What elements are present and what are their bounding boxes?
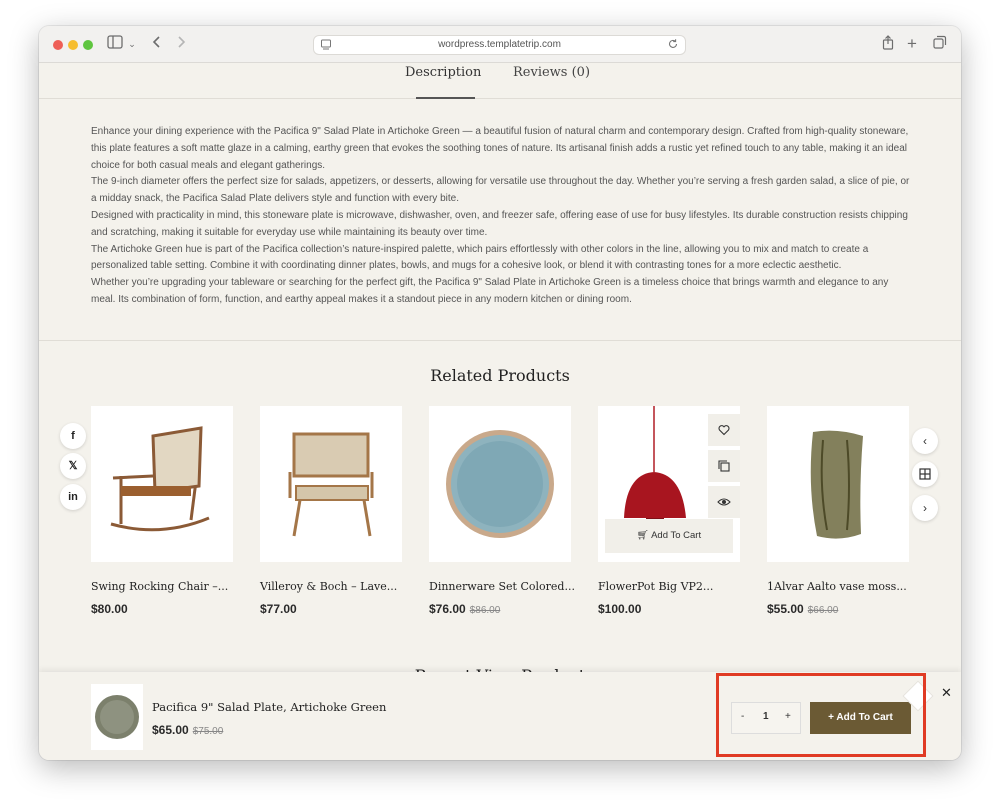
product-image[interactable] (260, 406, 402, 562)
highlight-box (716, 673, 926, 757)
description-paragraph: Enhance your dining experience with the … (91, 126, 909, 171)
product-name[interactable]: Swing Rocking Chair –... (91, 580, 233, 593)
grid-icon (919, 468, 931, 480)
page-settings-icon[interactable] (320, 38, 332, 57)
product-name[interactable]: Villeroy & Boch – Lave... (260, 580, 402, 593)
product-price: $77.00 (260, 602, 297, 616)
description-paragraph: Whether you’re upgrading your tableware … (91, 277, 889, 305)
hover-add-to-cart-button[interactable]: 🛒︎ Add To Cart (605, 519, 733, 553)
sticky-product-image (91, 684, 143, 750)
product-price: $80.00 (91, 602, 128, 616)
grid-view-button[interactable] (912, 461, 938, 487)
address-bar[interactable]: wordpress.templatetrip.com (313, 35, 686, 55)
product-card[interactable]: 1Alvar Aalto vase moss... $55.00 $66.00 (767, 406, 909, 616)
back-arrow-icon[interactable] (149, 35, 163, 53)
product-name[interactable]: FlowerPot Big VP2... (598, 580, 740, 593)
product-image[interactable] (429, 406, 571, 562)
forward-arrow-icon[interactable] (175, 35, 189, 53)
sticky-old-price: $75.00 (192, 726, 224, 737)
x-icon: 𝕏 (68, 460, 78, 472)
eye-icon (717, 498, 731, 506)
compare-button[interactable] (708, 450, 740, 482)
browser-window: ⌄ wordpress.templatetrip.com + Descripti… (39, 26, 961, 760)
carousel-next-button[interactable]: › (912, 495, 938, 521)
minimize-window-button[interactable] (68, 40, 78, 50)
browser-toolbar: ⌄ wordpress.templatetrip.com + (39, 26, 961, 63)
x-share-button[interactable]: 𝕏 (60, 453, 86, 479)
heart-icon (718, 425, 730, 436)
sticky-product-price: $65.00 $75.00 (152, 723, 224, 737)
description-paragraph: Designed with practicality in mind, this… (91, 209, 908, 238)
product-image[interactable]: 🛒︎ Add To Cart (598, 406, 740, 562)
old-price: $86.00 (469, 605, 501, 616)
maximize-window-button[interactable] (83, 40, 93, 50)
cart-icon: 🛒︎ (636, 530, 649, 541)
carousel-prev-button[interactable]: ‹ (912, 428, 938, 454)
product-price: $55.00 $66.00 (767, 602, 839, 616)
facebook-icon: f (71, 430, 75, 442)
facebook-share-button[interactable]: f (60, 423, 86, 449)
product-card[interactable]: 🛒︎ Add To Cart FlowerPot Big VP2... $100… (598, 406, 740, 616)
chevron-right-icon: › (923, 501, 927, 515)
close-icon[interactable]: ✕ (941, 685, 952, 701)
product-card[interactable]: Dinnerware Set Colored... $76.00 $86.00 (429, 406, 575, 616)
product-card[interactable]: Swing Rocking Chair –... $80.00 (91, 406, 233, 616)
product-name[interactable]: 1Alvar Aalto vase moss... (767, 580, 909, 593)
product-price: $76.00 $86.00 (429, 602, 501, 616)
compare-icon (718, 460, 730, 472)
tab-overview-icon[interactable] (932, 35, 948, 53)
linkedin-share-button[interactable]: in (60, 484, 86, 510)
product-price: $100.00 (598, 602, 642, 616)
wishlist-button[interactable] (708, 414, 740, 446)
tab-reviews[interactable]: Reviews (0) (513, 27, 590, 80)
chevron-left-icon: ‹ (923, 434, 927, 448)
product-image[interactable] (767, 406, 909, 562)
product-card[interactable]: Villeroy & Boch – Lave... $77.00 (260, 406, 402, 616)
old-price: $66.00 (807, 605, 839, 616)
tab-description[interactable]: Description (405, 27, 481, 80)
chevron-down-icon[interactable]: ⌄ (127, 35, 137, 53)
product-description: Enhance your dining experience with the … (91, 124, 911, 309)
sidebar-toggle-icon[interactable] (107, 35, 123, 53)
related-products-title: Related Products (430, 366, 570, 385)
new-tab-icon[interactable]: + (905, 35, 919, 53)
product-tabs: Description Reviews (0) (39, 63, 961, 99)
quick-view-button[interactable] (708, 486, 740, 518)
close-window-button[interactable] (53, 40, 63, 50)
linkedin-icon: in (68, 491, 78, 503)
section-divider (39, 340, 961, 341)
share-icon[interactable] (881, 35, 895, 53)
description-paragraph: The 9-inch diameter offers the perfect s… (91, 176, 910, 205)
reload-icon[interactable] (667, 38, 679, 57)
description-paragraph: The Artichoke Green hue is part of the P… (91, 243, 869, 272)
sticky-product-name: Pacifica 9" Salad Plate, Artichoke Green (152, 700, 387, 714)
product-image[interactable] (91, 406, 233, 562)
product-name[interactable]: Dinnerware Set Colored... (429, 580, 575, 593)
active-tab-indicator (416, 97, 475, 99)
